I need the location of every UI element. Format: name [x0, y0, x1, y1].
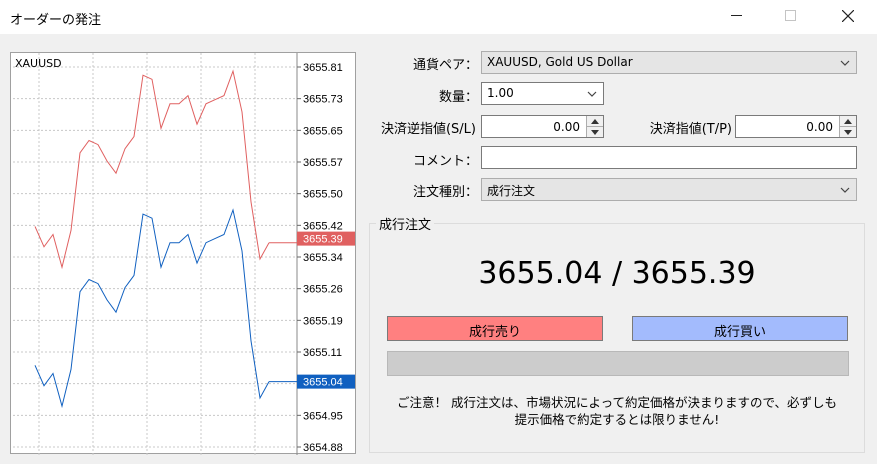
execution-notice: ご注意！ 成行注文は、市場状況によって約定価格が決まりますので、必ずしも 提示価…: [369, 394, 865, 428]
minimize-button[interactable]: [714, 0, 760, 32]
y-tick-label: 3654.88: [303, 442, 343, 454]
order-type-select[interactable]: 成行注文: [481, 178, 857, 201]
symbol-value: XAUUSD, Gold US Dollar: [487, 55, 633, 69]
volume-value: 1.00: [487, 86, 514, 100]
decrement-button[interactable]: [587, 126, 603, 136]
buy-by-market-button[interactable]: 成行買い: [632, 316, 848, 341]
take-profit-label: 決済指値(T/P): [649, 122, 732, 137]
maximize-button[interactable]: [768, 0, 814, 32]
y-tick-label: 3655.26: [303, 284, 343, 296]
take-profit-value: 0.00: [806, 120, 833, 134]
comment-label: コメント：: [412, 154, 478, 169]
y-tick-label: 3655.34: [303, 252, 343, 264]
tick-chart: 3655.81 3655.73 3655.65 3655.57 3655.50 3655.…: [10, 52, 356, 455]
title-bar: オーダーの発注: [0, 0, 877, 34]
arrow-down-icon: [844, 130, 852, 135]
bid-ask-prices: 3655.04 / 3655.39: [478, 256, 756, 291]
bid-price-tag-label: 3655.04: [303, 377, 343, 389]
arrow-up-icon: [591, 119, 599, 124]
volume-label: 数量：: [438, 90, 478, 105]
notice-line-2: 提示価格で約定するとは限りません!: [514, 412, 720, 427]
order-type-label: 注文種別：: [412, 185, 478, 200]
stop-loss-stepper[interactable]: [586, 116, 603, 137]
stop-loss-label: 決済逆指値(S/L): [380, 122, 476, 137]
y-tick-label: 3655.11: [303, 347, 342, 359]
y-tick-label: 3655.81: [303, 62, 343, 74]
increment-button[interactable]: [840, 116, 856, 126]
stop-loss-field[interactable]: 0.00: [481, 115, 604, 138]
y-tick-label: 3655.19: [303, 315, 343, 327]
market-execution-label: 成行注文: [376, 214, 435, 233]
close-icon: [842, 10, 854, 22]
symbol-label: 通貨ペア：: [412, 58, 478, 73]
minimize-icon: [731, 15, 742, 16]
arrow-down-icon: [591, 130, 599, 135]
arrow-up-icon: [844, 119, 852, 124]
order-type-value: 成行注文: [487, 184, 536, 198]
y-tick-label: 3655.42: [303, 220, 343, 232]
chevron-down-icon: [840, 187, 850, 193]
series-line-bid: [34, 208, 270, 409]
decrement-button[interactable]: [840, 126, 856, 136]
chevron-down-icon: [840, 60, 850, 66]
close-button[interactable]: [825, 0, 871, 32]
symbol-select[interactable]: XAUUSD, Gold US Dollar: [481, 51, 857, 74]
comment-field[interactable]: [481, 146, 857, 169]
take-profit-stepper[interactable]: [839, 116, 856, 137]
notice-line-1: ご注意！ 成行注文は、市場状況によって約定価格が決まりますので、必ずしも: [397, 395, 837, 410]
stop-loss-value: 0.00: [553, 120, 580, 134]
y-tick-label: 3655.57: [303, 157, 343, 169]
maximize-icon: [785, 10, 796, 21]
volume-select[interactable]: 1.00: [481, 82, 604, 105]
y-tick-label: 3654.95: [303, 410, 343, 422]
increment-button[interactable]: [587, 116, 603, 126]
y-tick-label: 3655.73: [303, 94, 343, 106]
chart-symbol: XAUUSD: [15, 57, 62, 70]
window-title: オーダーの発注: [10, 13, 102, 28]
tick-chart-canvas: 3655.81 3655.73 3655.65 3655.57 3655.50 3655.…: [13, 53, 355, 455]
ask-price-tag-label: 3655.39: [303, 234, 343, 246]
y-tick-label: 3655.65: [303, 125, 343, 137]
chevron-down-icon: [587, 91, 597, 97]
series-line-ask: [34, 69, 270, 270]
execution-progress-bar: [387, 351, 849, 376]
y-tick-label: 3655.50: [303, 189, 343, 201]
sell-by-market-button[interactable]: 成行売り: [387, 316, 603, 341]
take-profit-field[interactable]: 0.00: [735, 115, 857, 138]
